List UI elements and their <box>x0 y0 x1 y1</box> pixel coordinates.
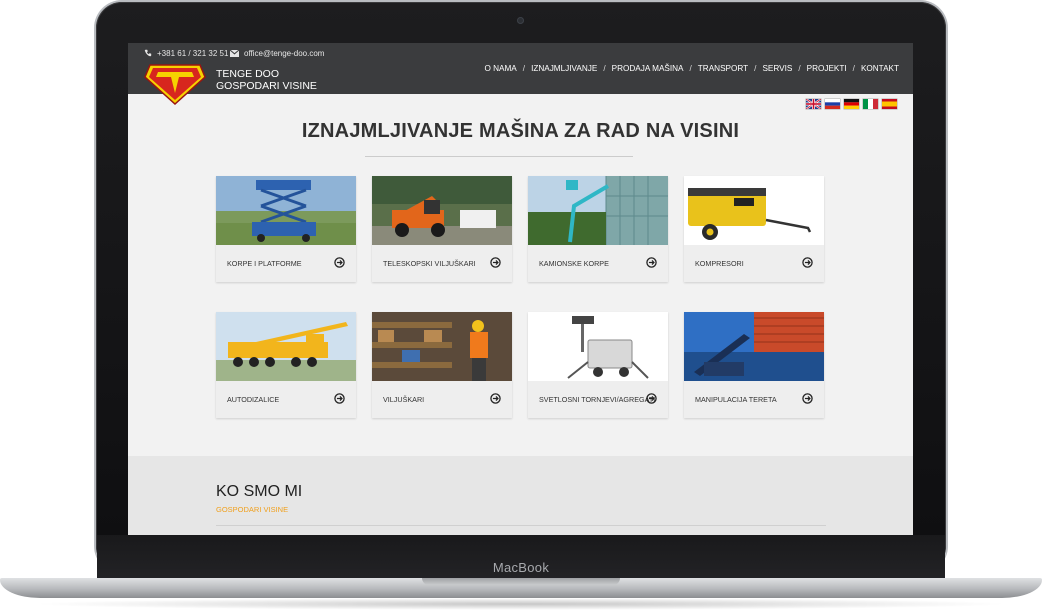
about-title: KO SMO MI <box>216 483 303 500</box>
card-caption: TELESKOPSKI VILJUŠKARI <box>372 245 512 282</box>
card-caption: KORPE I PLATFORME <box>216 245 356 282</box>
page-title: IZNAJMLJIVANJE MAŠINA ZA RAD NA VISINI <box>301 120 740 142</box>
card-svetlosni-tornjevi-agregati[interactable]: SVETLOSNI TORNJEVI/AGREGATI <box>528 312 668 418</box>
nav-iznajmljivanje[interactable]: IZNAJMLJIVANJE <box>531 64 597 73</box>
card-kompresori[interactable]: KOMPRESORI <box>684 176 824 282</box>
card-autodizalice[interactable]: AUTODIZALICE <box>216 312 356 418</box>
card-label: VILJUŠKARI <box>383 395 425 404</box>
circle-arrow-right-icon[interactable] <box>490 393 501 404</box>
nav-o-nama[interactable]: O NAMA <box>484 64 516 73</box>
circle-arrow-right-icon[interactable] <box>334 257 345 268</box>
envelope-icon <box>230 49 239 57</box>
site-header: +381 61 / 321 32 51 office@tenge-doo.com… <box>128 43 913 105</box>
circle-arrow-right-icon[interactable] <box>646 257 657 268</box>
circle-arrow-right-icon[interactable] <box>802 393 813 404</box>
card-korpe-i-platforme[interactable]: KORPE I PLATFORME <box>216 176 356 282</box>
nav-separator: / <box>798 64 801 73</box>
card-kamionske-korpe[interactable]: KAMIONSKE KORPE <box>528 176 668 282</box>
card-label: KORPE I PLATFORME <box>227 259 302 268</box>
card-label: AUTODIZALICE <box>227 395 280 404</box>
phone-number: +381 61 / 321 32 51 <box>157 48 229 58</box>
nav-separator: / <box>852 64 855 73</box>
card-label: SVETLOSNI TORNJEVI/AGREGATI <box>539 395 656 404</box>
header-email[interactable]: office@tenge-doo.com <box>230 47 324 59</box>
card-image <box>684 176 824 245</box>
title-divider <box>365 156 633 157</box>
header-phone[interactable]: +381 61 / 321 32 51 <box>144 47 228 59</box>
nav-separator: / <box>522 64 526 73</box>
email-address: office@tenge-doo.com <box>244 48 325 58</box>
card-caption: MANIPULACIJA TERETA <box>684 381 824 418</box>
card-image <box>216 176 356 245</box>
card-caption: KAMIONSKE KORPE <box>528 245 668 282</box>
about-divider <box>216 525 826 526</box>
company-logo[interactable] <box>144 63 206 105</box>
camera-icon <box>517 17 524 24</box>
card-viljuskari[interactable]: VILJUŠKARI <box>372 312 512 418</box>
laptop-shadow <box>30 598 1012 610</box>
nav-prodaja-masina[interactable]: PRODAJA MAŠINA <box>612 64 684 73</box>
card-caption: KOMPRESORI <box>684 245 824 282</box>
main-nav: O NAMA / IZNAJMLJIVANJE / PRODAJA MAŠINA… <box>484 64 899 73</box>
card-image <box>684 312 824 381</box>
company-name-line2: GOSPODARI VISINE <box>216 80 317 92</box>
flag-italy-icon[interactable] <box>863 99 878 109</box>
card-teleskopski-viljuskari[interactable]: TELESKOPSKI VILJUŠKARI <box>372 176 512 282</box>
circle-arrow-right-icon[interactable] <box>490 257 501 268</box>
language-switcher <box>806 99 897 109</box>
card-caption: VILJUŠKARI <box>372 381 512 418</box>
card-image <box>528 176 668 245</box>
nav-projekti[interactable]: PROJEKTI <box>807 64 847 73</box>
nav-separator: / <box>603 64 606 73</box>
card-image <box>372 176 512 245</box>
card-manipulacija-tereta[interactable]: MANIPULACIJA TERETA <box>684 312 824 418</box>
card-label: KOMPRESORI <box>695 259 744 268</box>
flag-germany-icon[interactable] <box>844 99 859 109</box>
circle-arrow-right-icon[interactable] <box>802 257 813 268</box>
card-label: TELESKOPSKI VILJUŠKARI <box>383 259 476 268</box>
card-image <box>372 312 512 381</box>
nav-servis[interactable]: SERVIS <box>762 64 792 73</box>
about-section: KO SMO MI GOSPODARI VISINE <box>128 456 913 535</box>
circle-arrow-right-icon[interactable] <box>646 393 657 404</box>
nav-separator: / <box>689 64 692 73</box>
flag-uk-icon[interactable] <box>806 99 821 109</box>
website-screen: +381 61 / 321 32 51 office@tenge-doo.com… <box>128 43 913 535</box>
card-label: MANIPULACIJA TERETA <box>695 395 777 404</box>
device-brand: MacBook <box>492 560 550 575</box>
circle-arrow-right-icon[interactable] <box>334 393 345 404</box>
nav-transport[interactable]: TRANSPORT <box>698 64 748 73</box>
company-name-line1: TENGE DOO <box>216 68 280 80</box>
phone-icon <box>144 49 152 57</box>
card-label: KAMIONSKE KORPE <box>539 259 609 268</box>
company-name[interactable]: TENGE DOO GOSPODARI VISINE <box>216 68 317 92</box>
card-caption: AUTODIZALICE <box>216 381 356 418</box>
card-caption: SVETLOSNI TORNJEVI/AGREGATI <box>528 381 668 418</box>
laptop-notch <box>422 578 620 585</box>
nav-kontakt[interactable]: KONTAKT <box>861 64 899 73</box>
card-image <box>528 312 668 381</box>
flag-spain-icon[interactable] <box>882 99 897 109</box>
flag-russia-icon[interactable] <box>825 99 840 109</box>
about-subtitle: GOSPODARI VISINE <box>216 505 289 514</box>
nav-separator: / <box>754 64 757 73</box>
card-image <box>216 312 356 381</box>
